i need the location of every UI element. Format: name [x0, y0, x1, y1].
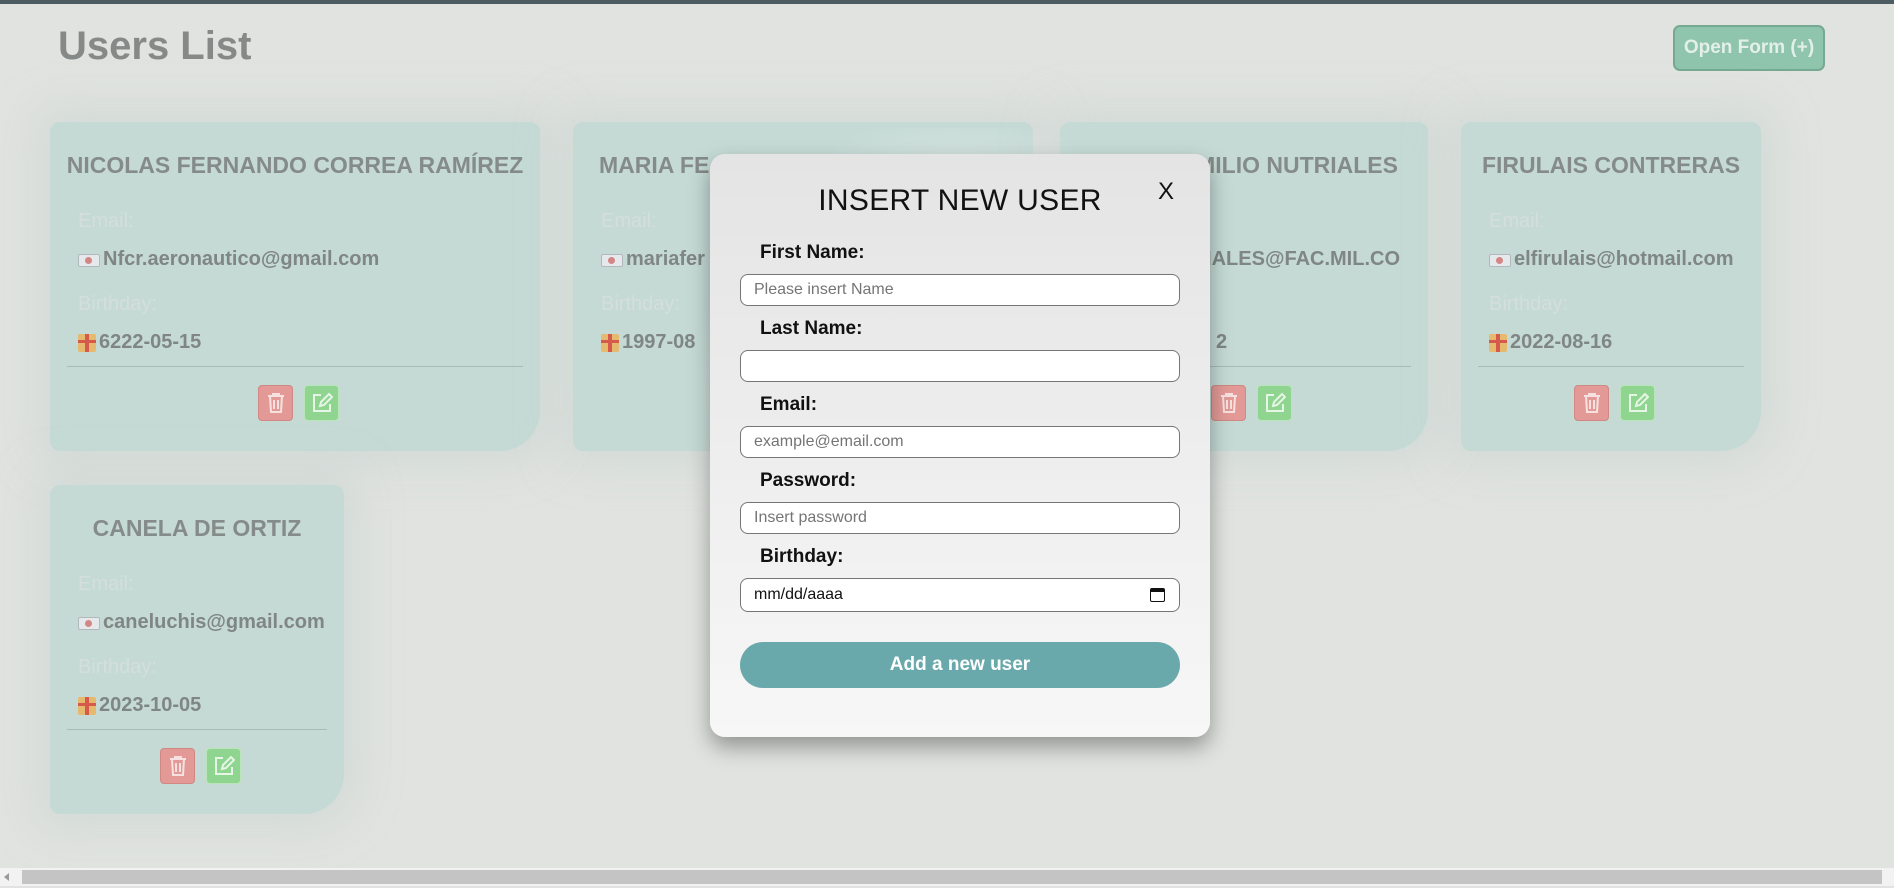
trash-icon — [169, 756, 186, 776]
user-email-text: RIALES@FAC.MIL.CO — [1191, 248, 1400, 270]
last-name-label: Last Name: — [760, 318, 863, 339]
user-email-text: Nfcr.aeronautico@gmail.com — [103, 248, 380, 270]
open-form-button[interactable]: Open Form (+) — [1673, 25, 1825, 71]
user-card: FIRULAIS CONTRERAS Email: elfirulais@hot… — [1461, 122, 1761, 451]
user-birthday: 6222-05-15 — [78, 331, 201, 354]
pencil-square-icon — [214, 755, 235, 775]
email-label: Email: — [760, 394, 818, 415]
birthday-input[interactable]: mm/dd/aaaa — [740, 578, 1180, 612]
card-divider — [1478, 366, 1744, 367]
user-birthday-text: 6222-05-15 — [99, 331, 202, 353]
user-name: FIRULAIS CONTRERAS — [1481, 152, 1741, 178]
user-birthday-text: 1997-08 — [622, 331, 696, 353]
gift-icon — [601, 333, 619, 352]
last-name-input[interactable] — [740, 350, 1180, 382]
user-email: RIALES@FAC.MIL.CO — [1192, 248, 1400, 271]
edit-button[interactable] — [1620, 385, 1655, 421]
first-name-label: First Name: — [760, 242, 865, 263]
trash-icon — [1220, 393, 1237, 413]
email-label: Email: — [78, 210, 134, 232]
user-name: NICOLAS FERNANDO CORREA RAMÍREZ — [66, 152, 524, 178]
add-user-button[interactable]: Add a new user — [740, 642, 1180, 688]
user-birthday: 2023-10-05 — [78, 694, 201, 717]
user-email-text: mariafer — [626, 248, 705, 270]
user-birthday-text: 2022-08-16 — [1510, 331, 1613, 353]
envelope-icon — [78, 617, 100, 630]
edit-button[interactable] — [304, 385, 339, 421]
user-name: MILIO NUTRIALES — [1196, 152, 1398, 178]
pencil-square-icon — [1628, 392, 1649, 412]
birthday-label: Birthday: — [1489, 293, 1568, 315]
delete-button[interactable] — [1211, 385, 1246, 421]
close-button[interactable]: X — [1158, 178, 1174, 206]
user-email: elfirulais@hotmail.com — [1489, 248, 1734, 271]
birthday-input-text: mm/dd/aaaa — [754, 586, 843, 603]
scrollbar-thumb[interactable] — [22, 870, 1882, 884]
calendar-icon[interactable] — [1150, 588, 1165, 602]
user-birthday: 2022-08-16 — [1489, 331, 1612, 354]
horizontal-scrollbar[interactable] — [0, 868, 1894, 886]
user-card: NICOLAS FERNANDO CORREA RAMÍREZ Email: N… — [50, 122, 540, 451]
gift-icon — [78, 696, 96, 715]
gift-icon — [1489, 333, 1507, 352]
user-email: Nfcr.aeronautico@gmail.com — [78, 248, 379, 271]
user-email-text: elfirulais@hotmail.com — [1514, 248, 1734, 270]
card-divider — [67, 366, 523, 367]
envelope-icon — [601, 254, 623, 267]
envelope-icon — [78, 254, 100, 267]
user-birthday: 2 — [1216, 331, 1227, 354]
pencil-square-icon — [312, 392, 333, 412]
first-name-input[interactable] — [740, 274, 1180, 306]
birthday-label: Birthday: — [760, 546, 844, 567]
edit-button[interactable] — [206, 748, 241, 784]
password-input[interactable] — [740, 502, 1180, 534]
delete-button[interactable] — [160, 748, 195, 784]
birthday-label: Birthday: — [601, 293, 680, 315]
edit-button[interactable] — [1257, 385, 1292, 421]
user-name: CANELA DE ORTIZ — [92, 515, 302, 541]
scroll-left-arrow-icon[interactable] — [4, 873, 9, 881]
trash-icon — [267, 393, 284, 413]
envelope-icon — [1489, 254, 1511, 267]
user-email: mariafer — [601, 248, 705, 271]
password-label: Password: — [760, 470, 857, 491]
email-label: Email: — [78, 573, 134, 595]
user-email-text: caneluchis@gmail.com — [103, 611, 325, 633]
insert-user-modal: INSERT NEW USER X First Name: Last Name:… — [710, 154, 1210, 737]
user-birthday-text: 2023-10-05 — [99, 694, 202, 716]
trash-icon — [1583, 393, 1600, 413]
birthday-label: Birthday: — [78, 656, 157, 678]
user-email: caneluchis@gmail.com — [78, 611, 325, 634]
modal-title: INSERT NEW USER — [818, 184, 1102, 217]
card-divider — [67, 729, 327, 730]
delete-button[interactable] — [1574, 385, 1609, 421]
top-border — [0, 0, 1894, 4]
birthday-label: Birthday: — [78, 293, 157, 315]
user-birthday: 1997-08 — [601, 331, 695, 354]
user-card: CANELA DE ORTIZ Email: caneluchis@gmail.… — [50, 485, 344, 814]
delete-button[interactable] — [258, 385, 293, 421]
email-label: Email: — [1489, 210, 1545, 232]
gift-icon — [78, 333, 96, 352]
email-label: Email: — [601, 210, 657, 232]
pencil-square-icon — [1265, 392, 1286, 412]
page-title: Users List — [58, 24, 252, 68]
user-birthday-text: 2 — [1216, 331, 1228, 353]
email-input[interactable] — [740, 426, 1180, 458]
